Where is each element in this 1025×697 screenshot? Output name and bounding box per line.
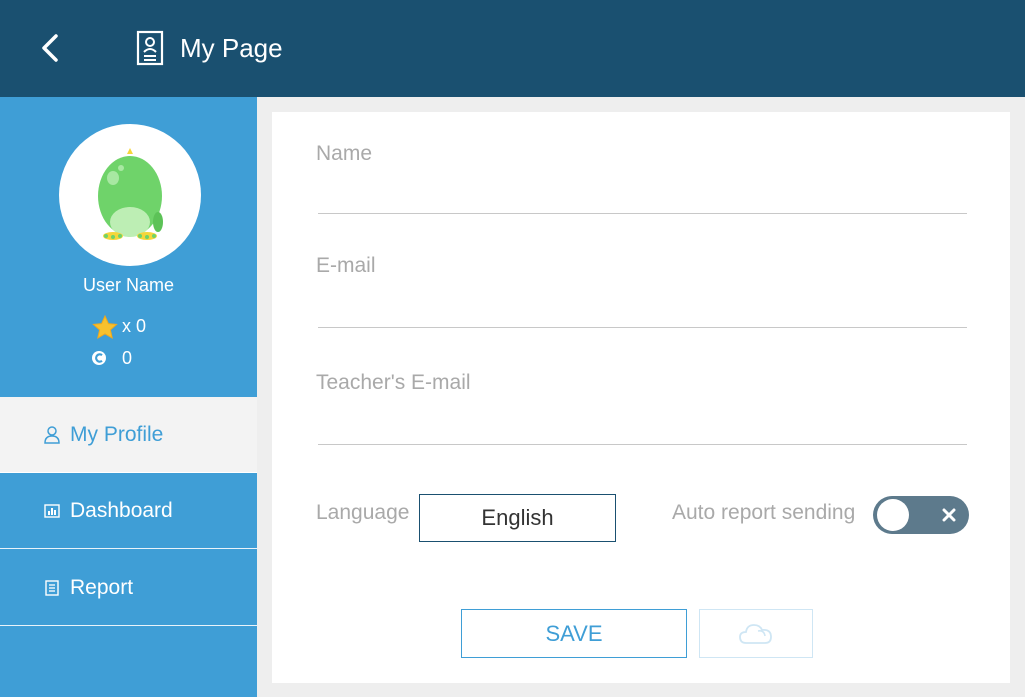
name-field[interactable] [318,182,967,214]
stars-count: x 0 [92,314,147,340]
email-field[interactable] [318,296,967,328]
auto-report-label: Auto report sending [672,501,856,524]
sidebar-item-dashboard[interactable]: Dashboard [0,474,257,549]
sidebar: User Name x 0 0 My Profile Dashboard Rep… [0,97,257,697]
stars-value: x 0 [122,316,147,336]
star-icon [92,314,118,340]
name-label: Name [316,142,373,165]
coins-count: 0 [92,347,132,369]
close-icon [937,503,961,527]
profile-form-panel: Name E-mail Teacher's E-mail Language En… [272,112,1010,683]
language-select[interactable]: English [419,494,616,542]
green-creature-avatar-icon [98,148,163,240]
page-title: My Page [180,33,283,63]
language-label: Language [316,501,410,524]
coin-icon [92,347,118,369]
auto-report-toggle[interactable] [873,496,969,534]
document-icon [44,579,60,597]
user-document-icon [136,30,164,66]
teacher-email-field[interactable] [318,413,967,445]
user-icon [44,425,60,444]
back-button[interactable] [30,28,70,68]
chevron-left-icon [42,34,58,62]
chart-icon [44,502,60,520]
avatar[interactable] [59,124,201,266]
sidebar-item-label: Dashboard [70,499,173,522]
coins-value: 0 [122,348,133,368]
save-button[interactable]: SAVE [461,609,687,658]
email-label: E-mail [316,254,376,277]
sidebar-item-label: Report [70,575,134,599]
teacher-email-label: Teacher's E-mail [316,371,471,394]
cloud-sync-button[interactable] [699,609,813,658]
app-header: My Page [0,0,1025,97]
sidebar-item-label: My Profile [70,422,164,446]
user-name: User Name [82,275,175,295]
sidebar-item-my-profile[interactable]: My Profile [0,397,257,473]
toggle-knob [877,499,909,531]
sidebar-item-report[interactable]: Report [0,550,257,626]
cloud-sync-icon [739,623,772,644]
